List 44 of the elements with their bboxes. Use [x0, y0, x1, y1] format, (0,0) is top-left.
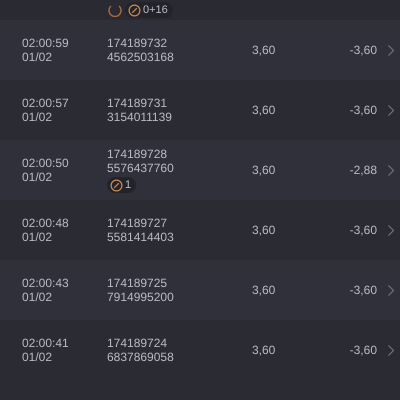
- stake-text: 3,60: [252, 43, 276, 57]
- time-text: 02:00:50: [22, 156, 70, 170]
- reference-text: 6837869058: [107, 350, 175, 364]
- id-text: 174189731: [107, 96, 168, 110]
- date-text: 01/02: [22, 290, 54, 304]
- time-text: 02:00:43: [22, 276, 70, 290]
- stake-text: 3,60: [252, 103, 276, 117]
- id-text: 174189727: [107, 216, 168, 230]
- result-text: -3,60: [348, 43, 377, 57]
- result-text: -3,60: [348, 343, 377, 357]
- result-text: -3,60: [348, 283, 377, 297]
- stake-text: 3,60: [252, 283, 276, 297]
- stake-text: 3,60: [252, 163, 276, 177]
- date-text: 01/02: [22, 230, 54, 244]
- id-text: 174189725: [107, 276, 168, 290]
- date-text: 01/02: [22, 170, 54, 184]
- chevron-right-icon[interactable]: [388, 164, 394, 176]
- compass-badge: 0+16: [125, 2, 173, 18]
- chevron-right-icon[interactable]: [388, 224, 394, 236]
- chevron-right-icon[interactable]: [388, 104, 394, 116]
- result-text: -2,88: [348, 163, 377, 177]
- reference-text: 3154011139: [107, 110, 173, 124]
- chevron-right-icon[interactable]: [388, 44, 394, 56]
- stake-text: 3,60: [252, 223, 276, 237]
- time-text: 02:00:48: [22, 216, 70, 230]
- date-text: 01/02: [22, 50, 54, 64]
- time-text: 02:00:41: [22, 336, 70, 350]
- stake-text: 3,60: [252, 343, 276, 357]
- id-text: 174189732: [107, 36, 168, 50]
- id-text: 174189724: [107, 336, 168, 350]
- date-text: 01/02: [22, 110, 54, 124]
- reference-text: 4562503168: [107, 50, 175, 64]
- id-text: 174189728: [107, 147, 168, 161]
- chevron-right-icon[interactable]: [388, 344, 394, 356]
- result-text: -3,60: [348, 103, 377, 117]
- result-text: -3,60: [348, 223, 377, 237]
- reference-text: 5581414403: [107, 230, 175, 244]
- time-text: 02:00:57: [22, 96, 70, 110]
- compass-badge: 1: [107, 177, 136, 193]
- time-text: 02:00:59: [22, 36, 70, 50]
- reference-text: 7914995200: [107, 290, 175, 304]
- date-text: 01/02: [22, 350, 54, 364]
- reference-text: 5576437760: [107, 161, 175, 175]
- chevron-right-icon[interactable]: [388, 284, 394, 296]
